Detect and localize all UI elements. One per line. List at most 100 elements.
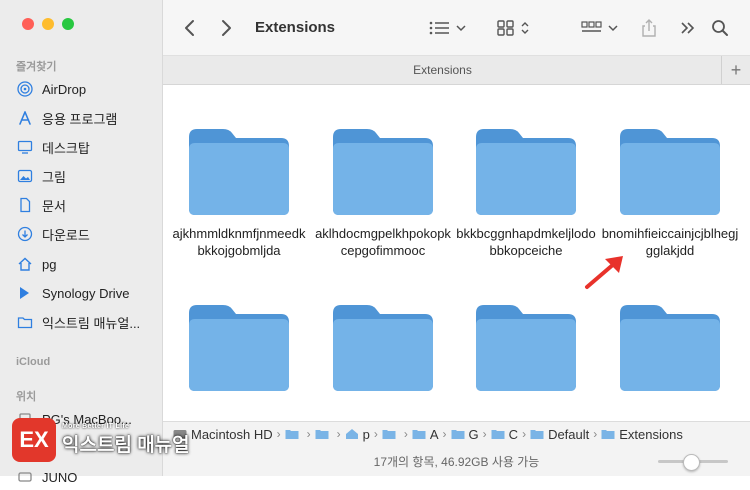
share-button[interactable] — [641, 0, 657, 55]
sidebar-item-pictures[interactable]: 그림 — [16, 163, 156, 189]
folder-icon — [616, 123, 724, 219]
path-item[interactable] — [283, 428, 305, 440]
path-item-label: C — [508, 426, 519, 442]
folder-icon — [285, 430, 299, 439]
window-title: Extensions — [255, 19, 336, 36]
path-bar: Macintosh HD › › › p › › A › G › C › Def… — [163, 421, 750, 446]
path-item[interactable] — [313, 428, 335, 440]
sidebar-item-downloads[interactable]: 다운로드 — [16, 221, 156, 247]
path-item-label: G — [468, 426, 479, 442]
watermark: EX More Better IT Life 익스트림 매뉴얼 — [12, 418, 190, 462]
sidebar-item-label: 익스트림 매뉴얼... — [42, 315, 141, 331]
folder-name: bkkbcggnhapdmkeljlodobbkopceiche — [456, 226, 596, 258]
folder-name: ajkhmmldknmfjnmeedkbkkojgobmljda — [172, 226, 306, 258]
group-icon — [581, 20, 621, 36]
file-grid: ajkhmmldknmfjnmeedkbkkojgobmljda aklhdoc… — [163, 85, 750, 431]
folder-icon — [472, 123, 580, 219]
folder-item[interactable]: bkkbcggnhapdmkeljlodobbkopceiche — [456, 123, 596, 259]
arrow-annotation-icon — [585, 256, 623, 289]
share-icon — [641, 18, 657, 38]
folder-item[interactable]: ajkhmmldknmfjnmeedkbkkojgobmljda — [169, 123, 309, 259]
favorites-section-title: 즐겨찾기 — [16, 61, 57, 73]
sidebar-item-label: JUNO — [42, 469, 78, 485]
list-view-button[interactable] — [429, 0, 469, 55]
folder-item[interactable]: bnomihfieiccainjcjblhegjgglakjdd — [600, 123, 740, 259]
sidebar-item-label: pg — [42, 256, 57, 272]
back-button[interactable] — [183, 0, 197, 55]
window-controls — [22, 18, 74, 30]
folder-item[interactable] — [600, 299, 740, 401]
path-item-label: Macintosh HD — [191, 426, 273, 442]
path-item[interactable]: A — [410, 427, 441, 442]
desktop-icon — [16, 138, 34, 156]
sidebar-item-documents[interactable]: 문서 — [16, 192, 156, 218]
folder-icon — [382, 430, 396, 439]
tab-extensions[interactable]: Extensions — [163, 56, 722, 84]
pictures-icon — [16, 167, 34, 185]
folder-icon — [185, 123, 293, 219]
watermark-tagline: More Better IT Life — [62, 423, 130, 430]
path-item[interactable]: p — [343, 427, 372, 442]
folder-item[interactable] — [313, 299, 453, 401]
close-button[interactable] — [22, 18, 34, 30]
folder-item[interactable]: aklhdocmgpelkhpokopkcepgofimmooc — [313, 123, 453, 259]
path-item[interactable]: C — [489, 427, 520, 442]
forward-icon — [219, 19, 233, 37]
chevron-right-icon: › — [276, 427, 281, 441]
sidebar-item-synology-drive[interactable]: Synology Drive — [16, 280, 156, 306]
chevron-right-icon: › — [482, 427, 487, 441]
sidebar-item-airdrop[interactable]: AirDrop — [16, 76, 156, 102]
locations-section-title: 위치 — [16, 391, 37, 403]
search-button[interactable] — [711, 0, 729, 55]
synology-drive-icon — [16, 284, 34, 302]
path-item-extensions[interactable]: Extensions — [599, 427, 685, 442]
sidebar-item-applications[interactable]: 응용 프로그램 — [16, 105, 156, 131]
folder-icon — [491, 430, 505, 439]
path-item-label: A — [429, 426, 439, 442]
search-icon — [711, 19, 729, 37]
more-button[interactable] — [680, 0, 696, 55]
chevron-right-icon: › — [522, 427, 527, 441]
downloads-icon — [16, 225, 34, 243]
sidebar-item-desktop[interactable]: 데스크탑 — [16, 134, 156, 160]
sidebar-item-juno[interactable]: JUNO — [16, 464, 156, 490]
sidebar-item-label: 그림 — [42, 169, 66, 185]
zoom-button[interactable] — [62, 18, 74, 30]
chevron-right-icon: › — [336, 427, 341, 441]
folder-icon — [329, 123, 437, 219]
grid-view-button[interactable] — [497, 0, 533, 55]
path-item[interactable] — [380, 428, 402, 440]
sidebar-item-home[interactable]: pg — [16, 251, 156, 277]
slider-knob[interactable] — [682, 454, 700, 471]
sidebar: 즐겨찾기 AirDrop 응용 프로그램 데스크탑 그림 문서 다운로드 pg … — [0, 0, 163, 485]
path-item-label: p — [362, 426, 370, 442]
more-icon — [680, 20, 696, 36]
chevron-right-icon: › — [373, 427, 378, 441]
drive-icon — [16, 468, 34, 486]
chevron-right-icon: › — [403, 427, 408, 441]
path-item[interactable]: G — [449, 427, 481, 442]
folder-name: aklhdocmgpelkhpokopkcepgofimmooc — [315, 226, 451, 258]
path-item-default[interactable]: Default — [528, 427, 591, 442]
tab-bar: Extensions + — [163, 56, 750, 85]
new-tab-button[interactable]: + — [721, 56, 750, 84]
chevron-right-icon: › — [593, 427, 598, 441]
forward-button[interactable] — [219, 0, 233, 55]
icloud-section-title: iCloud — [16, 356, 51, 368]
airdrop-icon — [16, 80, 34, 98]
group-button[interactable] — [581, 0, 621, 55]
sidebar-item-folder[interactable]: 익스트림 매뉴얼... — [16, 309, 156, 335]
folder-icon — [530, 430, 544, 439]
folder-icon — [329, 299, 437, 395]
folder-item[interactable] — [456, 299, 596, 401]
watermark-name: 익스트림 매뉴얼 — [62, 435, 190, 456]
sidebar-item-label: 문서 — [42, 198, 66, 214]
minimize-button[interactable] — [42, 18, 54, 30]
folder-item[interactable] — [169, 299, 309, 401]
status-text: 17개의 항목, 46.92GB 사용 가능 — [373, 454, 540, 469]
icon-size-slider[interactable] — [658, 454, 728, 471]
folder-icon — [185, 299, 293, 395]
folder-icon — [616, 299, 724, 395]
toolbar: Extensions — [163, 0, 750, 56]
folder-icon — [315, 430, 329, 439]
